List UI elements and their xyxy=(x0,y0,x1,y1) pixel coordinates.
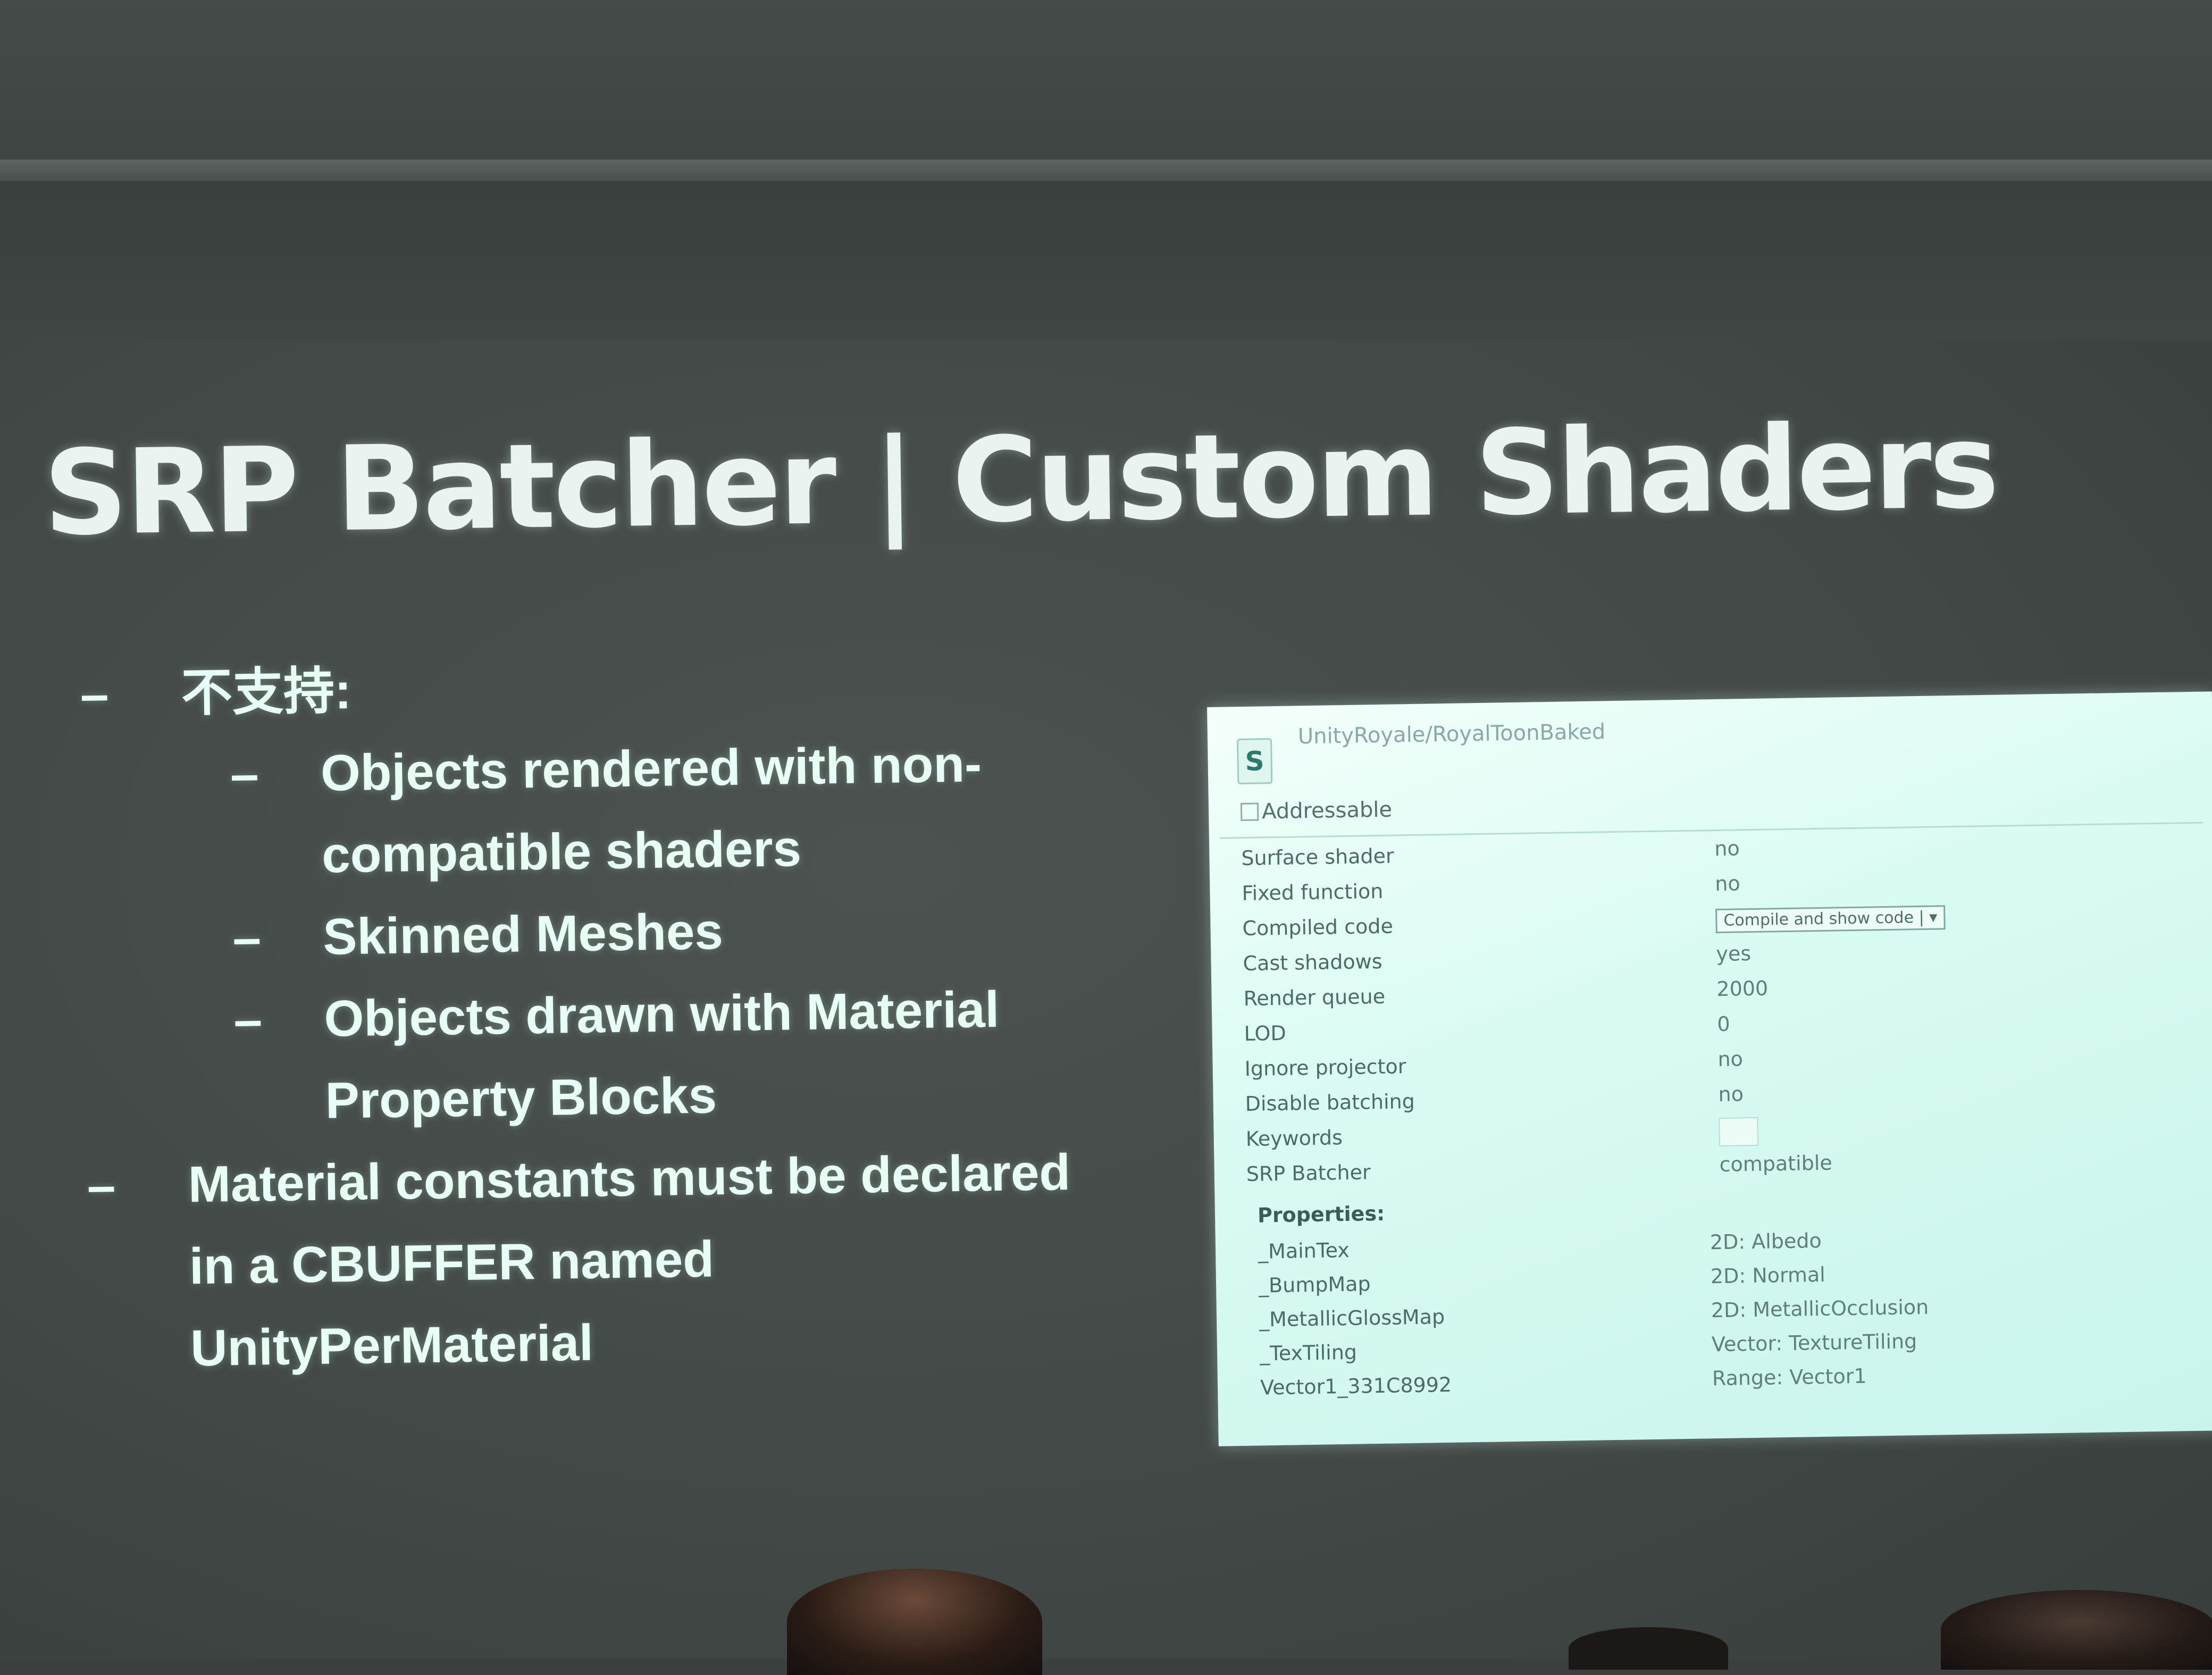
info-value: compatible xyxy=(1719,1151,1833,1176)
bullet-cbuffer: – Material constants must be declared in… xyxy=(87,1130,1206,1391)
slide-title: SRP Batcher | Custom Shaders xyxy=(43,398,1998,562)
compile-show-code-dropdown[interactable]: Compile and show code | ▾ xyxy=(1715,905,1946,934)
shader-name: UnityRoyale/RoyalToonBaked xyxy=(1297,719,1606,749)
bullet-text-continued: UnityPerMaterial xyxy=(190,1314,594,1377)
screen-upper-area xyxy=(0,181,2212,356)
shader-info-rows: Surface shader no Fixed function no Comp… xyxy=(1241,827,2203,1193)
shader-file-icon: S xyxy=(1236,738,1273,785)
bullet-text-continued: Property Blocks xyxy=(325,1067,717,1129)
info-value: no xyxy=(1718,1082,1744,1106)
info-value: no xyxy=(1714,872,1741,896)
info-label: LOD xyxy=(1244,1021,1286,1045)
bullet-not-supported: – 不支持: xyxy=(80,639,1197,736)
bullet-dash: – xyxy=(232,909,262,967)
audience-head-center xyxy=(1569,1627,1728,1670)
info-value: 0 xyxy=(1717,1012,1731,1036)
property-label: _TexTiling xyxy=(1259,1340,1358,1366)
bullet-dash: – xyxy=(233,991,263,1049)
info-label: Ignore projector xyxy=(1244,1054,1406,1081)
property-label: _MainTex xyxy=(1258,1238,1350,1263)
bullet-text: 不支持: xyxy=(181,662,352,722)
audience-head-right xyxy=(1941,1590,2212,1670)
screen-frame-edge xyxy=(0,160,2212,181)
property-value: Vector: TextureTiling xyxy=(1711,1329,1917,1356)
info-label: Cast shadows xyxy=(1243,949,1382,975)
info-value: yes xyxy=(1716,941,1752,966)
property-value: 2D: Normal xyxy=(1710,1262,1826,1288)
checkbox-icon[interactable] xyxy=(1240,802,1259,822)
property-label: Vector1_331C8992 xyxy=(1260,1372,1452,1400)
property-label: _BumpMap xyxy=(1258,1272,1371,1297)
bullet-dash: – xyxy=(87,1157,116,1215)
info-value: no xyxy=(1717,1047,1744,1071)
room-ceiling xyxy=(0,0,2212,175)
bullet-dash: – xyxy=(230,746,259,803)
compile-dropdown-wrap: Compile and show code | ▾ xyxy=(1715,903,1946,934)
info-label: Render queue xyxy=(1243,984,1386,1010)
info-value: 2000 xyxy=(1716,976,1769,1001)
info-value: no xyxy=(1714,836,1740,861)
bullet-dash: – xyxy=(80,666,110,723)
addressable-toggle[interactable]: Addressable xyxy=(1240,797,1393,824)
addressable-label: Addressable xyxy=(1261,797,1393,824)
property-value: Range: Vector1 xyxy=(1712,1364,1867,1391)
info-label: Surface shader xyxy=(1241,844,1394,870)
bullet-list: – 不支持: – Objects rendered with non- comp… xyxy=(80,639,1206,1391)
properties-heading: Properties: xyxy=(1257,1201,1385,1227)
keywords-field[interactable] xyxy=(1719,1117,1759,1151)
property-value: 2D: Albedo xyxy=(1710,1228,1822,1254)
sub-bullet-skinned-meshes: – Skinned Meshes xyxy=(83,884,1201,982)
bullet-text: Objects drawn with Material xyxy=(323,981,1000,1048)
info-label: Fixed function xyxy=(1242,879,1384,906)
bullet-text: Material constants must be declared xyxy=(188,1144,1071,1213)
shader-inspector-screenshot: S UnityRoyale/RoyalToonBaked Addressable… xyxy=(1207,691,2212,1446)
info-label: Keywords xyxy=(1245,1126,1343,1151)
sub-bullet-material-property-blocks: – Objects drawn with Material Property B… xyxy=(85,966,1203,1145)
sub-bullet-noncompatible-shaders: – Objects rendered with non- compatible … xyxy=(81,721,1200,900)
properties-list: _MainTex 2D: Albedo _BumpMap 2D: Normal … xyxy=(1258,1221,2207,1406)
bullet-text-continued: in a CBUFFER named xyxy=(189,1230,715,1295)
info-label: Compiled code xyxy=(1242,914,1394,941)
property-value: 2D: MetallicOcclusion xyxy=(1711,1295,1929,1322)
keywords-box[interactable] xyxy=(1719,1117,1759,1146)
property-label: _MetallicGlossMap xyxy=(1259,1305,1445,1331)
audience-head-left xyxy=(787,1569,1042,1675)
bullet-text: Objects rendered with non- xyxy=(320,735,982,802)
info-label: SRP Batcher xyxy=(1246,1160,1371,1186)
info-label: Disable batching xyxy=(1245,1089,1415,1116)
bullet-text-continued: compatible shaders xyxy=(321,820,802,884)
bullet-text: Skinned Meshes xyxy=(322,903,724,966)
